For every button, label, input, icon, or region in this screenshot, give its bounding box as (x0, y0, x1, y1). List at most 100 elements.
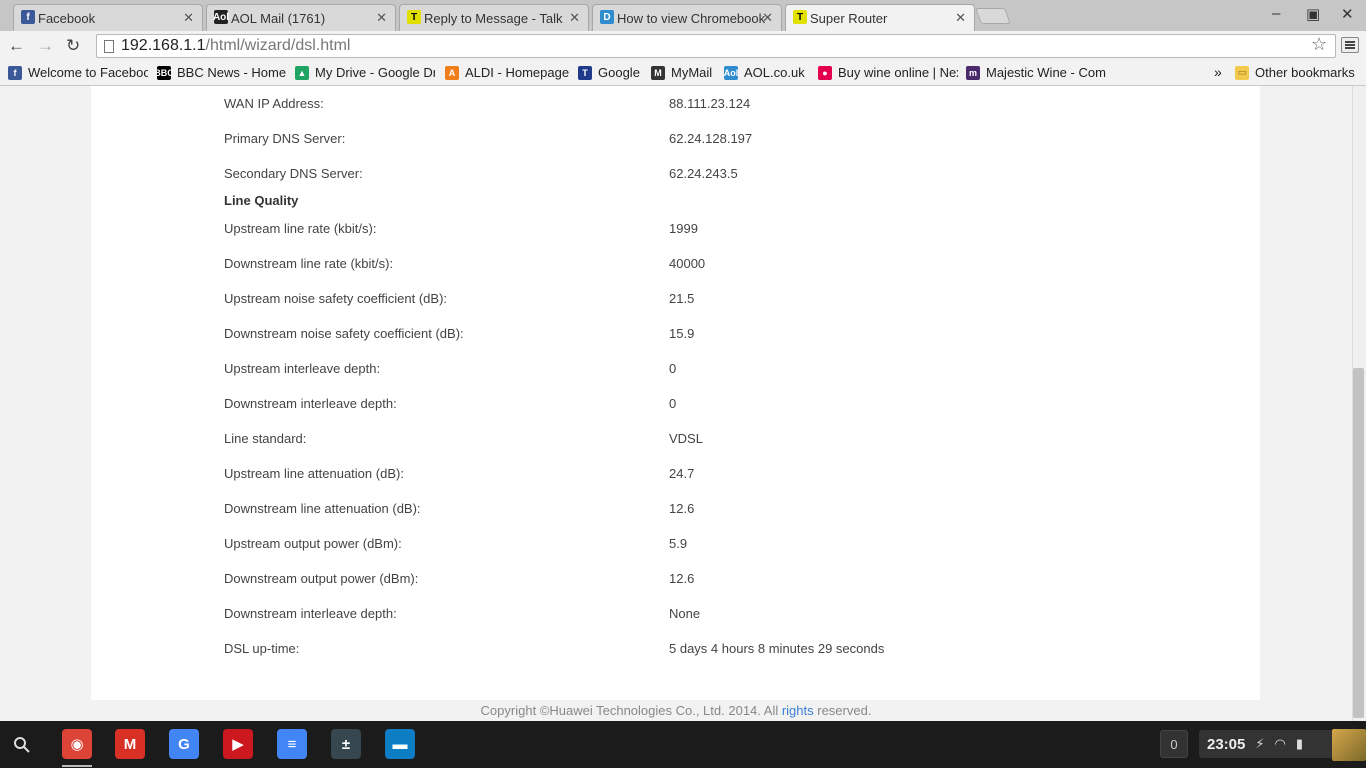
user-avatar[interactable] (1332, 729, 1366, 761)
bookmark-label: Majestic Wine - Com (986, 65, 1106, 80)
new-tab-button[interactable] (975, 8, 1011, 24)
field-label: DSL up-time: (224, 641, 300, 656)
bookmark-item[interactable]: Aol AOL.co.uk (724, 65, 805, 80)
launcher-search-icon[interactable] (8, 731, 36, 759)
bookmark-label: My Drive - Google Dri (315, 65, 435, 80)
field-value: 40000 (669, 256, 706, 271)
folder-icon: ▭ (1235, 65, 1249, 80)
field-value: 12.6 (669, 571, 695, 586)
youtube-icon[interactable]: ▶ (223, 729, 253, 759)
field-label: Downstream output power (dBm): (224, 571, 419, 586)
active-app-indicator (62, 765, 92, 767)
files-icon[interactable]: ▬ (385, 729, 415, 759)
no-network-icon: ⚡ (1255, 736, 1265, 751)
minimize-button[interactable]: – (1272, 5, 1280, 22)
bookmark-item[interactable]: BBC BBC News - Home (157, 65, 286, 80)
bookmark-item[interactable]: T Google (578, 65, 640, 80)
aldi-icon: A (445, 65, 459, 80)
field-value: 88.111.23.124 (669, 96, 751, 111)
field-label: Downstream interleave depth: (224, 606, 397, 621)
footer-text: Copyright ©Huawei Technologies Co., Ltd.… (480, 703, 782, 718)
tab-close-icon[interactable]: ✕ (376, 10, 387, 26)
bookmark-item[interactable]: ▲ My Drive - Google Dri (295, 65, 435, 80)
bookmark-item[interactable]: f Welcome to Faceboo (8, 65, 148, 80)
address-bar[interactable]: 192.168.1.1/html/wizard/dsl.html (96, 34, 1336, 58)
bookmark-item[interactable]: ● Buy wine online | Nex (818, 65, 958, 80)
other-bookmarks-label: Other bookmarks (1255, 65, 1355, 80)
field-value: 0 (669, 396, 677, 411)
scrollbar-thumb[interactable] (1353, 368, 1364, 718)
tab-close-icon[interactable]: ✕ (955, 10, 966, 26)
field-label: Downstream noise safety coefficient (dB)… (224, 326, 464, 341)
rights-link[interactable]: rights (782, 703, 814, 718)
calculator-icon[interactable]: ± (331, 729, 361, 759)
tab-0[interactable]: f Facebook ✕ (13, 4, 203, 31)
tab-strip: f Facebook ✕ Aol AOL Mail (1761) ✕ T Reply to M… (0, 0, 1366, 31)
chrome-icon[interactable]: ◉ (62, 729, 92, 759)
bookmarks-overflow-button[interactable]: » (1214, 64, 1222, 80)
field-label: Primary DNS Server: (224, 131, 346, 146)
bookmarks-bar: f Welcome to Faceboo BBC BBC News - Home ▲ My… (0, 61, 1366, 86)
bookmark-star-icon[interactable]: ☆ (1311, 34, 1327, 55)
field-value: 0 (669, 361, 677, 376)
tab-title: Reply to Message - Talk (424, 10, 563, 26)
aol-icon: Aol (724, 65, 739, 80)
docs-icon[interactable]: ≡ (277, 729, 307, 759)
field-value: 21.5 (669, 291, 695, 306)
bookmark-item[interactable]: m Majestic Wine - Com (966, 65, 1106, 80)
field-value: 12.6 (669, 501, 695, 516)
field-value: 15.9 (669, 326, 695, 341)
field-value: 5 days 4 hours 8 minutes 29 seconds (669, 641, 885, 656)
gmail-icon[interactable]: M (115, 729, 145, 759)
reload-button[interactable]: ↻ (66, 36, 80, 56)
bookmark-label: BBC News - Home (177, 65, 287, 80)
facebook-icon: f (8, 65, 22, 80)
tab-1[interactable]: Aol AOL Mail (1761) ✕ (206, 4, 396, 31)
bookmark-label: Google (598, 65, 640, 80)
field-value: 5.9 (669, 536, 688, 551)
field-value: 62.24.243.5 (669, 166, 738, 181)
bbc-icon: BBC (157, 65, 174, 80)
mymail-icon: M (651, 65, 665, 80)
field-label: Upstream line rate (kbit/s): (224, 221, 377, 236)
other-bookmarks[interactable]: ▭ Other bookmarks (1235, 65, 1355, 80)
field-value: 1999 (669, 221, 698, 236)
field-label: Upstream noise safety coefficient (dB): (224, 291, 448, 306)
tab-4[interactable]: T Super Router ✕ (785, 4, 975, 31)
bookmark-item[interactable]: A ALDI - Homepage (445, 65, 569, 80)
notification-count[interactable]: 0 (1160, 730, 1188, 758)
tab-title: Facebook (38, 10, 96, 26)
bookmark-label: AOL.co.uk (744, 65, 805, 80)
dell-icon: D (600, 10, 614, 24)
page-content: WAN IP Address: 88.111.23.124 Primary DNS … (0, 86, 1352, 721)
wine-pin-icon: ● (818, 65, 832, 80)
field-label: Downstream line rate (kbit/s): (224, 256, 394, 271)
bookmark-item[interactable]: M MyMail (651, 65, 712, 80)
url-host: 192.168.1.1 (121, 37, 206, 54)
google-search-icon[interactable]: G (169, 729, 199, 759)
google-icon: T (578, 65, 592, 80)
google-drive-icon: ▲ (295, 65, 309, 80)
tab-3[interactable]: D How to view Chromebook ✕ (592, 4, 782, 31)
footer-suffix: reserved. (813, 703, 872, 718)
tab-2[interactable]: T Reply to Message - Talk ✕ (399, 4, 589, 31)
forward-button[interactable]: → (37, 36, 54, 56)
tab-close-icon[interactable]: ✕ (762, 10, 773, 26)
url-path: /html/wizard/dsl.html (205, 37, 351, 54)
maximize-button[interactable]: ▣ (1306, 5, 1320, 23)
field-value: 62.24.128.197 (669, 131, 753, 146)
bookmark-label: Welcome to Faceboo (28, 65, 148, 80)
close-window-button[interactable]: ✕ (1341, 5, 1354, 23)
field-value: None (669, 606, 701, 621)
bookmark-label: ALDI - Homepage (465, 65, 570, 80)
tab-close-icon[interactable]: ✕ (569, 10, 580, 26)
field-label: Downstream interleave depth: (224, 396, 397, 411)
tab-close-icon[interactable]: ✕ (183, 10, 194, 26)
back-button[interactable]: ← (8, 36, 25, 56)
chrome-menu-button[interactable] (1341, 37, 1359, 53)
bookmark-label: Buy wine online | Nex (838, 65, 958, 80)
field-label: Secondary DNS Server: (224, 166, 363, 181)
facebook-icon: f (21, 10, 35, 24)
tab-title: Super Router (810, 10, 888, 26)
browser-toolbar: ← → ↻ 192.168.1.1/html/wizard/dsl.html (0, 31, 1366, 61)
